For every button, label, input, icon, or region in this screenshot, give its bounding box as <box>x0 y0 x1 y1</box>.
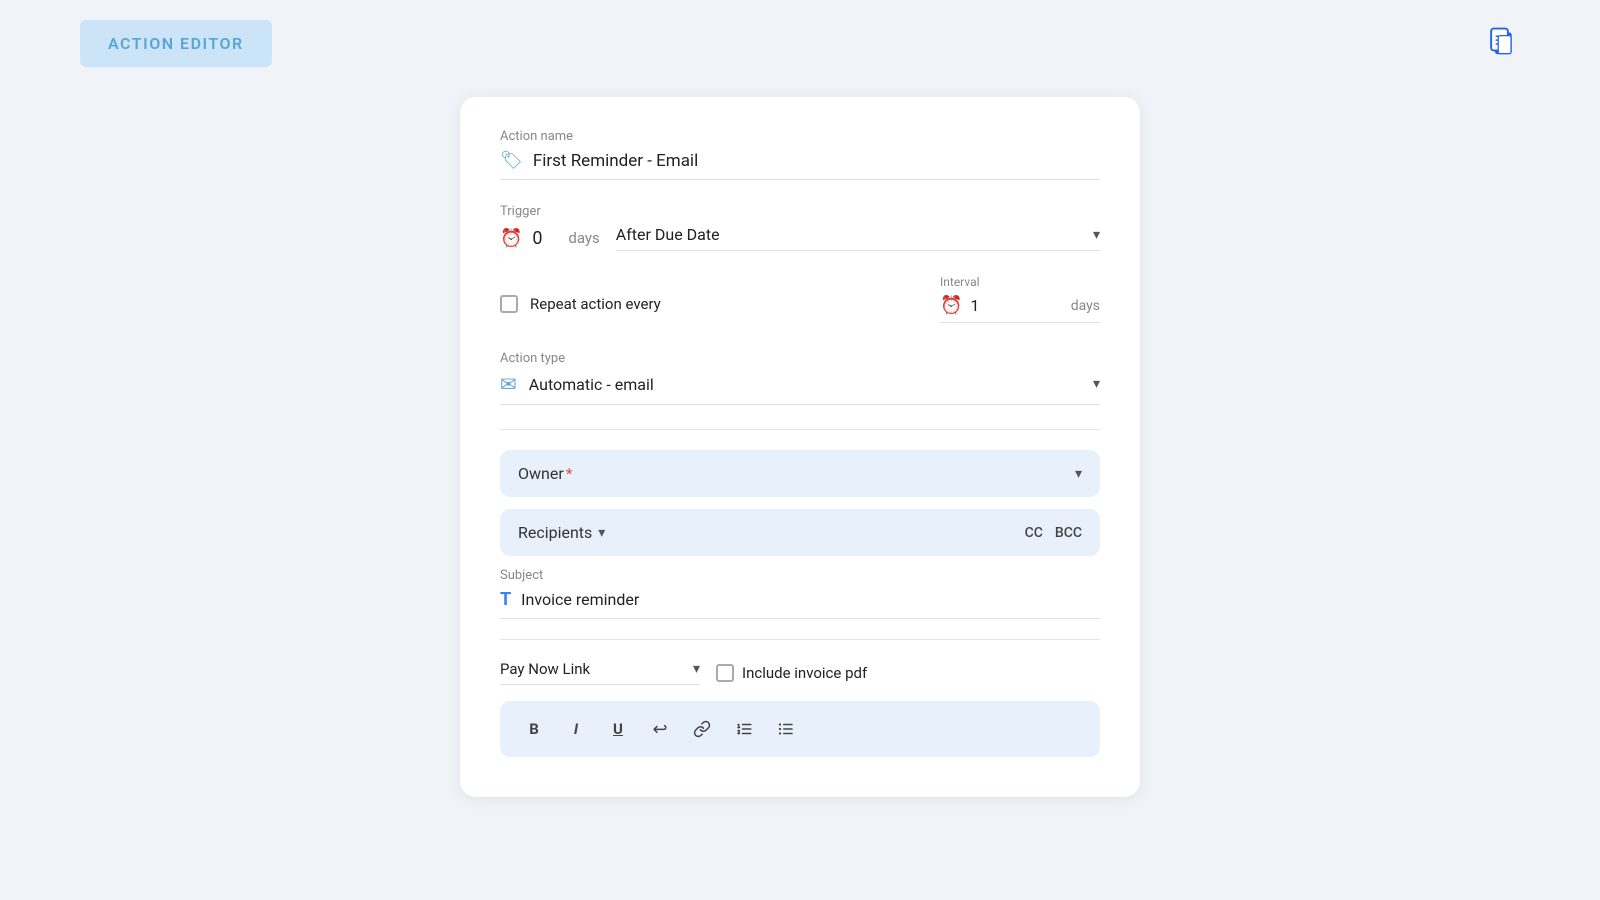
interval-row: ⏰ 1 days <box>940 295 1100 323</box>
pay-now-link-chevron-icon: ▾ <box>693 661 700 677</box>
recipients-chevron-icon: ▾ <box>598 525 605 541</box>
interval-clock-icon: ⏰ <box>940 295 962 316</box>
trigger-chevron-icon: ▾ <box>1093 227 1100 243</box>
interval-number: 1 <box>970 296 1062 315</box>
recipients-dropdown[interactable]: Recipients ▾ CC BCC <box>500 509 1100 556</box>
owner-label: Owner* <box>518 464 573 483</box>
cc-button[interactable]: CC <box>1025 525 1043 541</box>
recipients-left: Recipients ▾ <box>518 523 605 542</box>
action-type-section: Action type ✉ Automatic - email ▾ <box>500 351 1100 405</box>
action-name-value: First Reminder - Email <box>533 151 698 171</box>
bcc-button[interactable]: BCC <box>1055 525 1082 541</box>
editor-toolbar: B I U ↩ <box>500 701 1100 757</box>
mail-icon: ✉ <box>500 372 517 396</box>
ordered-list-button[interactable] <box>730 715 758 743</box>
underline-button[interactable]: U <box>604 715 632 743</box>
trigger-clock-icon: ⏰ <box>500 228 522 249</box>
include-pdf-section: Include invoice pdf <box>716 664 867 682</box>
undo-button[interactable]: ↩ <box>646 715 674 743</box>
trigger-label: Trigger <box>500 204 1100 219</box>
bold-button[interactable]: B <box>520 715 548 743</box>
action-type-row[interactable]: ✉ Automatic - email ▾ <box>500 372 1100 405</box>
pay-link-row: Pay Now Link ▾ Include invoice pdf <box>500 660 1100 685</box>
repeat-label: Repeat action every <box>530 295 661 313</box>
action-name-label: Action name <box>500 129 1100 144</box>
interval-days-label: days <box>1071 298 1100 314</box>
link-button[interactable] <box>688 715 716 743</box>
subject-value: Invoice reminder <box>521 590 639 609</box>
recipients-right: CC BCC <box>1025 525 1082 541</box>
editor-card: Action name 🏷 First Reminder - Email Tri… <box>460 97 1140 797</box>
trigger-dropdown[interactable]: After Due Date ▾ <box>616 225 1100 251</box>
interval-box: Interval ⏰ 1 days <box>940 275 1100 323</box>
action-type-value: Automatic - email <box>529 375 1081 394</box>
action-type-chevron-icon: ▾ <box>1093 376 1100 392</box>
action-editor-title: ACTION EDITOR <box>80 20 272 67</box>
trigger-section: Trigger ⏰ 0 days After Due Date ▾ <box>500 204 1100 251</box>
repeat-section: Repeat action every Interval ⏰ 1 days <box>500 275 1100 323</box>
action-name-section: Action name 🏷 First Reminder - Email <box>500 129 1100 180</box>
header: ACTION EDITOR <box>0 0 1600 87</box>
t-icon: T <box>500 589 511 610</box>
repeat-left: Repeat action every <box>500 295 661 313</box>
pay-now-link-dropdown[interactable]: Pay Now Link ▾ <box>500 660 700 685</box>
action-name-row: 🏷 First Reminder - Email <box>500 150 1100 180</box>
trigger-days-label: days <box>568 229 599 247</box>
tag-icon: 🏷 <box>500 150 523 171</box>
include-pdf-checkbox[interactable] <box>716 664 734 682</box>
owner-chevron-icon: ▾ <box>1075 466 1082 482</box>
repeat-checkbox[interactable] <box>500 295 518 313</box>
include-pdf-label: Include invoice pdf <box>742 664 867 682</box>
trigger-row: ⏰ 0 days After Due Date ▾ <box>500 225 1100 251</box>
trigger-option-label: After Due Date <box>616 225 720 244</box>
owner-dropdown[interactable]: Owner* ▾ <box>500 450 1100 497</box>
pay-now-link-label: Pay Now Link <box>500 660 685 678</box>
recipients-label: Recipients <box>518 523 592 542</box>
owner-required-star: * <box>566 464 573 483</box>
unordered-list-button[interactable] <box>772 715 800 743</box>
trigger-number: 0 <box>532 228 552 249</box>
subject-section: Subject T Invoice reminder <box>500 568 1100 619</box>
subject-label: Subject <box>500 568 1100 583</box>
copy-icon-button[interactable] <box>1488 26 1520 62</box>
subject-row: T Invoice reminder <box>500 589 1100 619</box>
interval-label: Interval <box>940 275 980 289</box>
italic-button[interactable]: I <box>562 715 590 743</box>
divider-1 <box>500 429 1100 430</box>
divider-2 <box>500 639 1100 640</box>
action-type-label: Action type <box>500 351 1100 366</box>
